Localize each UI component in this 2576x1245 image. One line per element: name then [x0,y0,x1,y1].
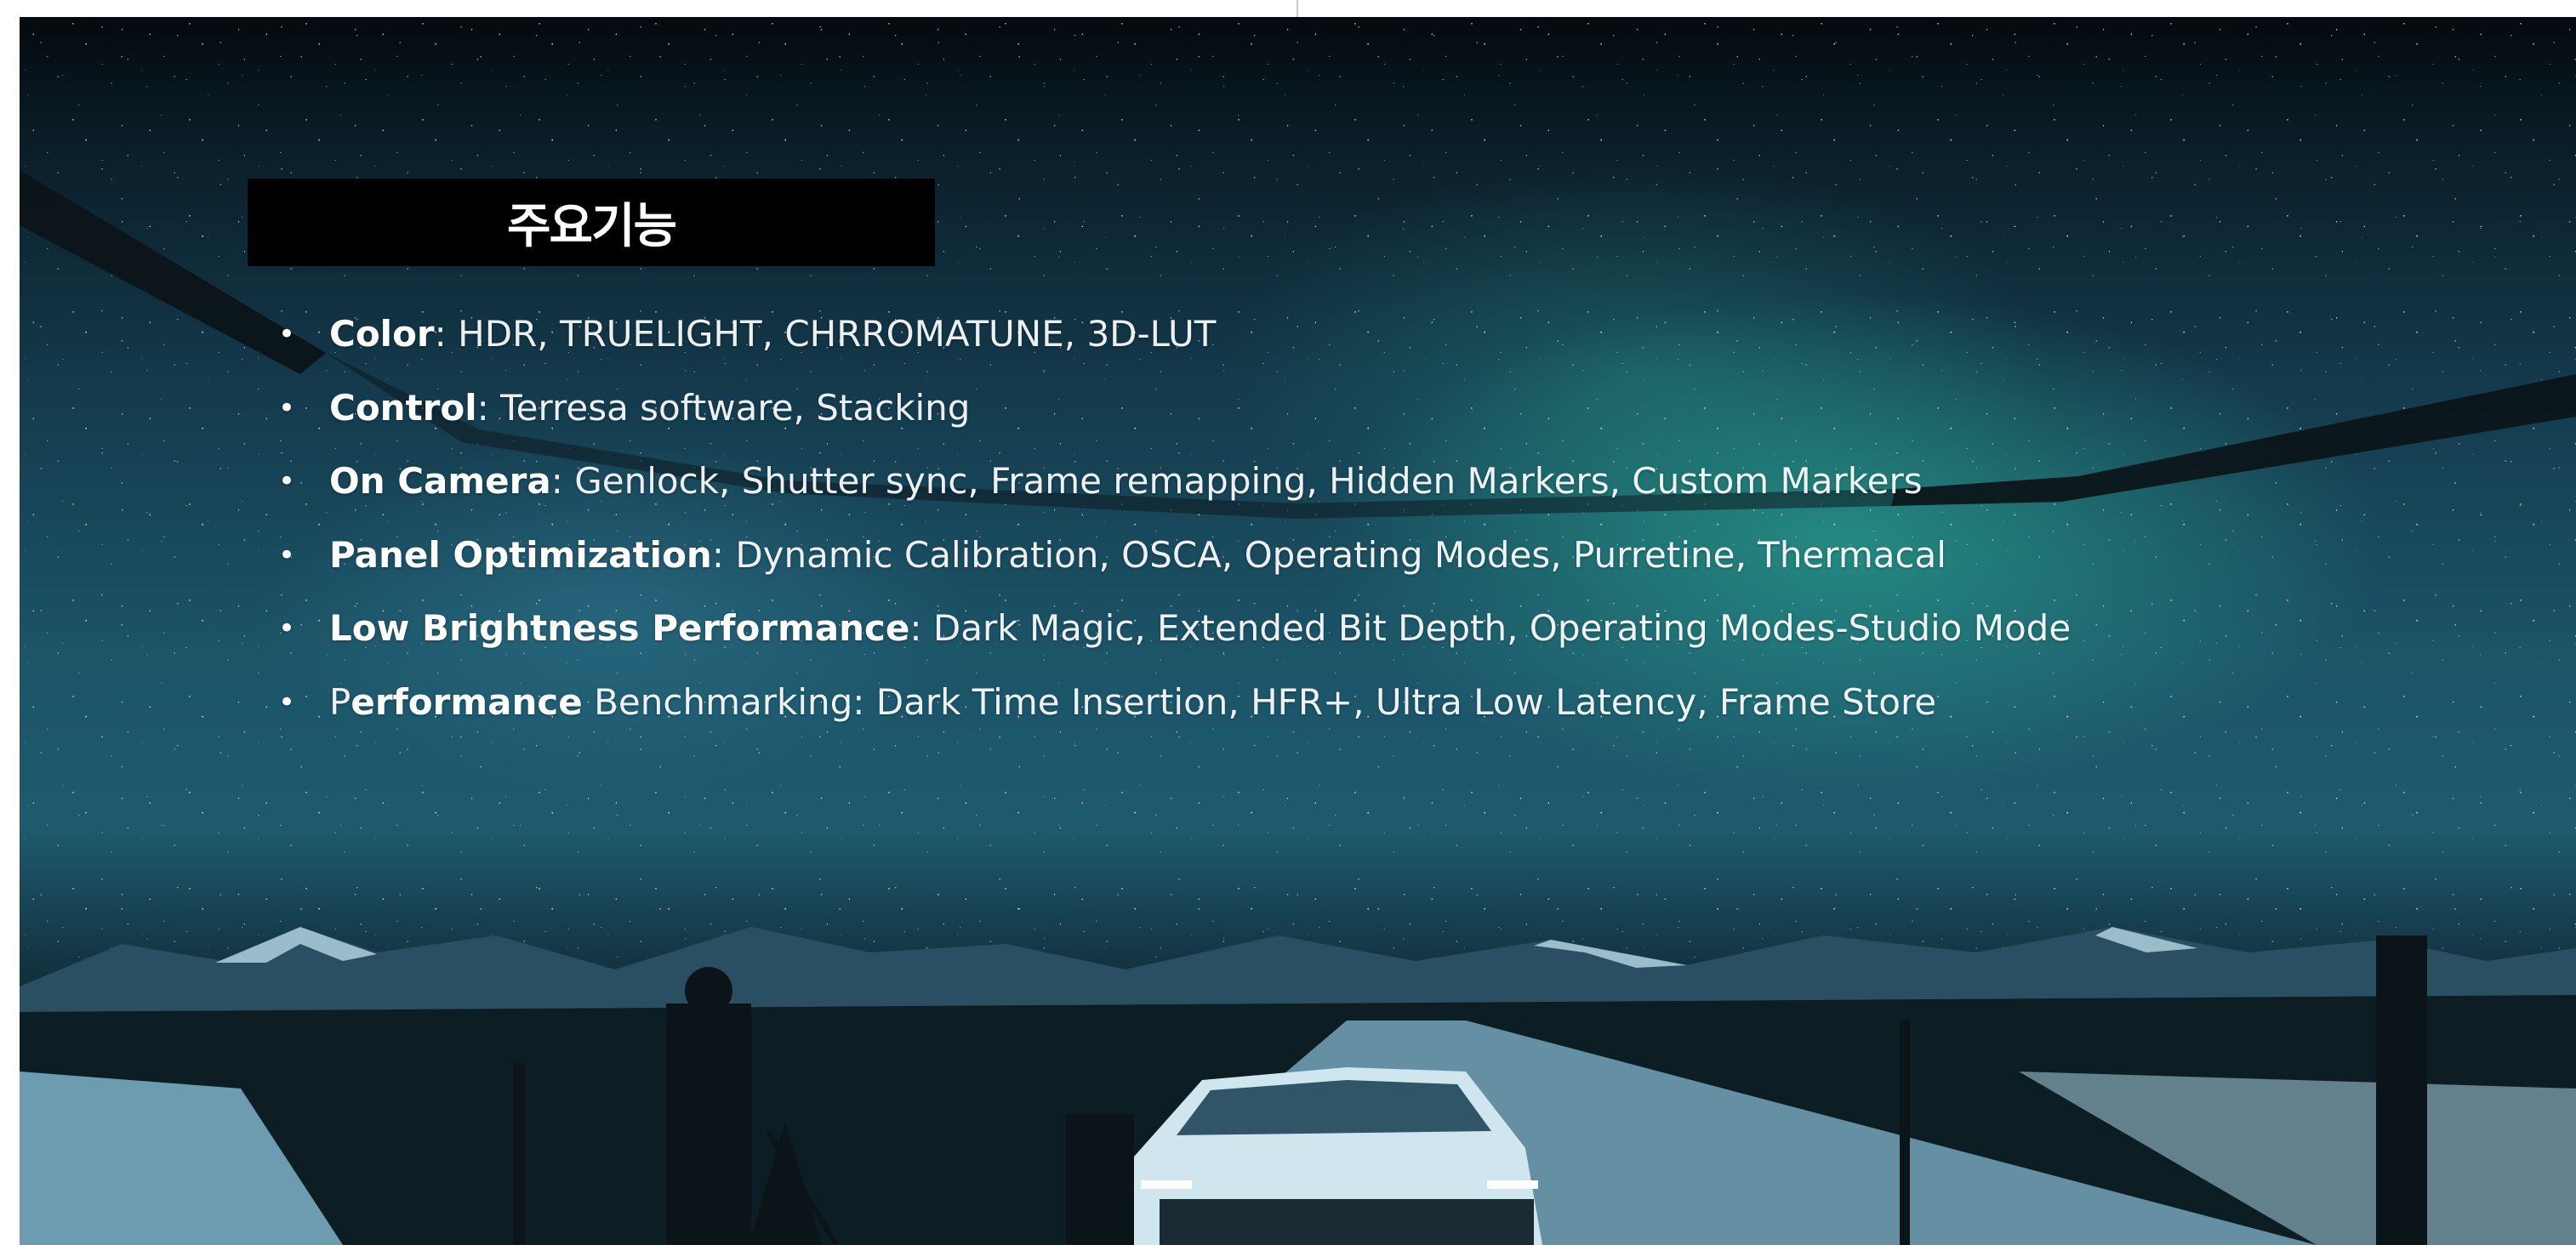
feature-lead: P [329,680,351,723]
bullet: • [278,537,296,572]
page-divider [1297,0,1298,17]
feature-item-performance: • Performance Benchmarking: Dark Time In… [256,666,2071,740]
feature-item-control: • Control: Terresa software, Stacking [256,372,2071,446]
feature-label: Control [329,386,477,429]
bullet: • [278,317,296,351]
feature-label: Low Brightness Performance [329,607,910,649]
feature-detail: : Terresa software, Stacking [476,386,971,429]
feature-item-on-camera: • On Camera: Genlock, Shutter sync, Fram… [256,445,2071,519]
feature-detail: : Dark Magic, Extended Bit Depth, Operat… [909,607,2072,649]
feature-item-color: • Color: HDR, TRUELIGHT, CHRROMATUNE, 3D… [256,298,2071,372]
feature-label: Panel Optimization [329,533,712,576]
feature-label: Color [329,313,435,355]
section-title: 주요기능 [506,199,677,254]
feature-item-low-brightness: • Low Brightness Performance: Dark Magic… [256,592,2071,666]
feature-label: erformance [350,680,583,723]
bullet: • [278,611,296,645]
feature-detail: : Genlock, Shutter sync, Frame remapping… [550,460,1923,502]
slide: 주요기능 • Color: HDR, TRUELIGHT, CHRROMATUN… [20,17,2576,1245]
feature-label: On Camera [329,460,551,502]
feature-detail: : Dynamic Calibration, OSCA, Operating M… [711,533,1946,576]
document-page: 주요기능 • Color: HDR, TRUELIGHT, CHRROMATUN… [0,0,2576,1245]
bullet: • [278,464,296,498]
bullet: • [278,685,296,719]
feature-detail: Benchmarking: Dark Time Insertion, HFR+,… [582,680,1937,723]
feature-item-panel-optimization: • Panel Optimization: Dynamic Calibratio… [256,519,2071,593]
section-title-box: 주요기능 [248,179,935,266]
feature-list: • Color: HDR, TRUELIGHT, CHRROMATUNE, 3D… [256,298,2071,739]
bullet: • [278,390,296,425]
feature-detail: : HDR, TRUELIGHT, CHRROMATUNE, 3D-LUT [434,313,1217,355]
